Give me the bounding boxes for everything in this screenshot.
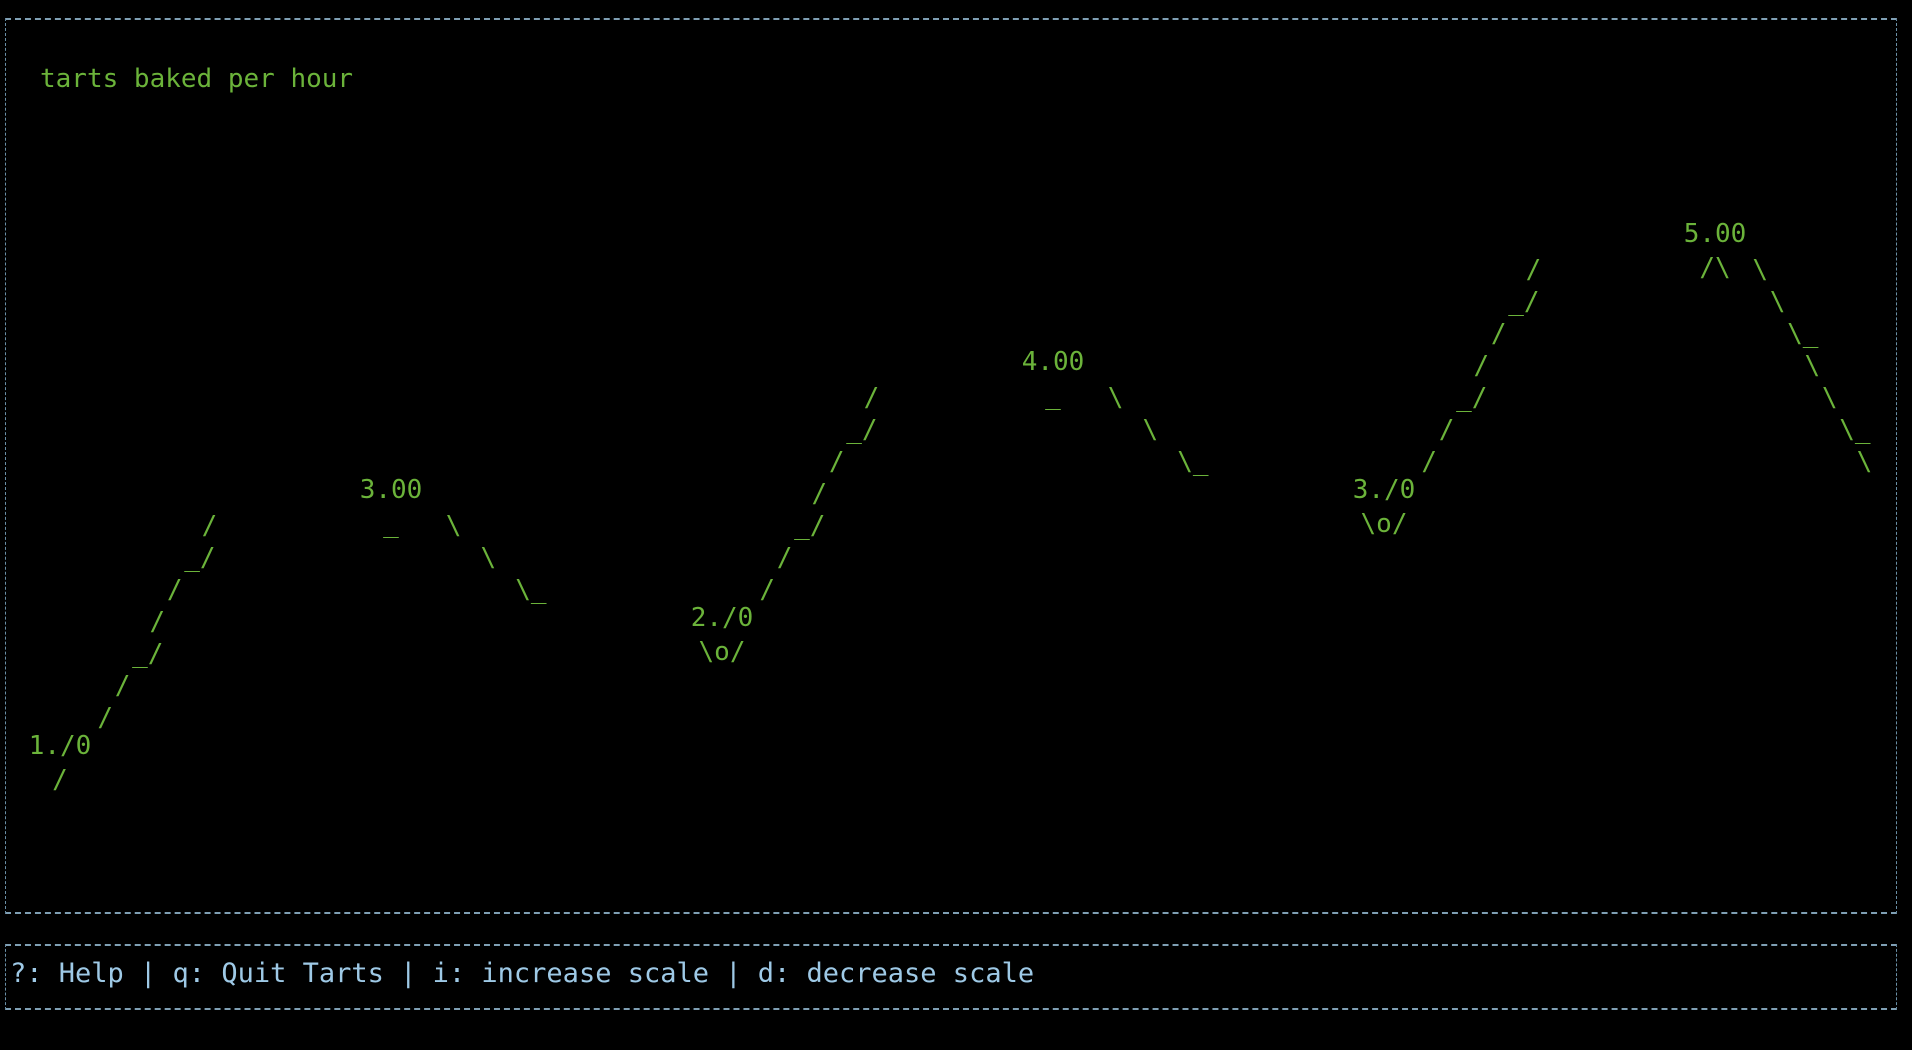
line-segment: \_ — [1177, 447, 1209, 477]
line-segment: \_ — [1787, 319, 1819, 349]
value-label: 3.00 — [360, 475, 423, 505]
line-segment: _/ — [846, 415, 877, 445]
line-segment: / — [1421, 447, 1437, 477]
data-point: _ — [383, 509, 399, 539]
data-point: _ — [1045, 381, 1061, 411]
line-segment: / — [97, 703, 113, 733]
line-segment: / — [1526, 255, 1542, 285]
line-segment: \ — [1805, 351, 1821, 381]
line-segment: / — [1491, 319, 1507, 349]
line-segment: _/ — [1456, 383, 1487, 413]
value-label: 2./0 — [691, 603, 754, 633]
line-segment: \ — [1752, 255, 1768, 285]
value-label: 5.00 — [1684, 219, 1747, 249]
data-point: / — [52, 765, 68, 795]
line-segment: / — [150, 607, 166, 637]
help-bar: ?: Help | q: Quit Tarts | i: increase sc… — [10, 958, 1035, 989]
value-label: 4.00 — [1022, 347, 1085, 377]
line-segment: / — [829, 447, 845, 477]
line-segment: \ — [1822, 383, 1838, 413]
line-segment: / — [202, 511, 218, 541]
line-segment: \ — [1770, 287, 1786, 317]
line-segment: \_ — [1839, 415, 1871, 445]
line-segment: \_ — [515, 575, 547, 605]
chart-marks: //_///_//\\\_//_///_//\\\_//_///_//\\\_\… — [29, 219, 1873, 795]
tarts-chart: tarts baked per hour //_///_//\\\_//_///… — [29, 64, 1873, 795]
line-segment: / — [1439, 415, 1455, 445]
value-label: 1./0 — [29, 731, 92, 761]
line-segment: / — [864, 383, 880, 413]
line-segment: \ — [1857, 447, 1873, 477]
line-segment: _/ — [794, 511, 825, 541]
line-segment: _/ — [1508, 287, 1539, 317]
line-segment: _/ — [184, 543, 215, 573]
line-segment: / — [1474, 351, 1490, 381]
data-point: /\ — [1699, 253, 1730, 283]
line-segment: \ — [1108, 383, 1124, 413]
value-label: 3./0 — [1353, 475, 1416, 505]
line-segment: / — [115, 671, 131, 701]
line-segment: / — [777, 543, 793, 573]
line-segment: \ — [1143, 415, 1159, 445]
line-segment: / — [812, 479, 828, 509]
line-segment: / — [167, 575, 183, 605]
line-segment: \ — [446, 511, 462, 541]
line-segment: _/ — [132, 639, 163, 669]
data-point: \o/ — [699, 637, 746, 667]
line-segment: \ — [481, 543, 497, 573]
line-segment: / — [759, 575, 775, 605]
data-point: \o/ — [1361, 509, 1408, 539]
chart-title: tarts baked per hour — [40, 64, 353, 94]
